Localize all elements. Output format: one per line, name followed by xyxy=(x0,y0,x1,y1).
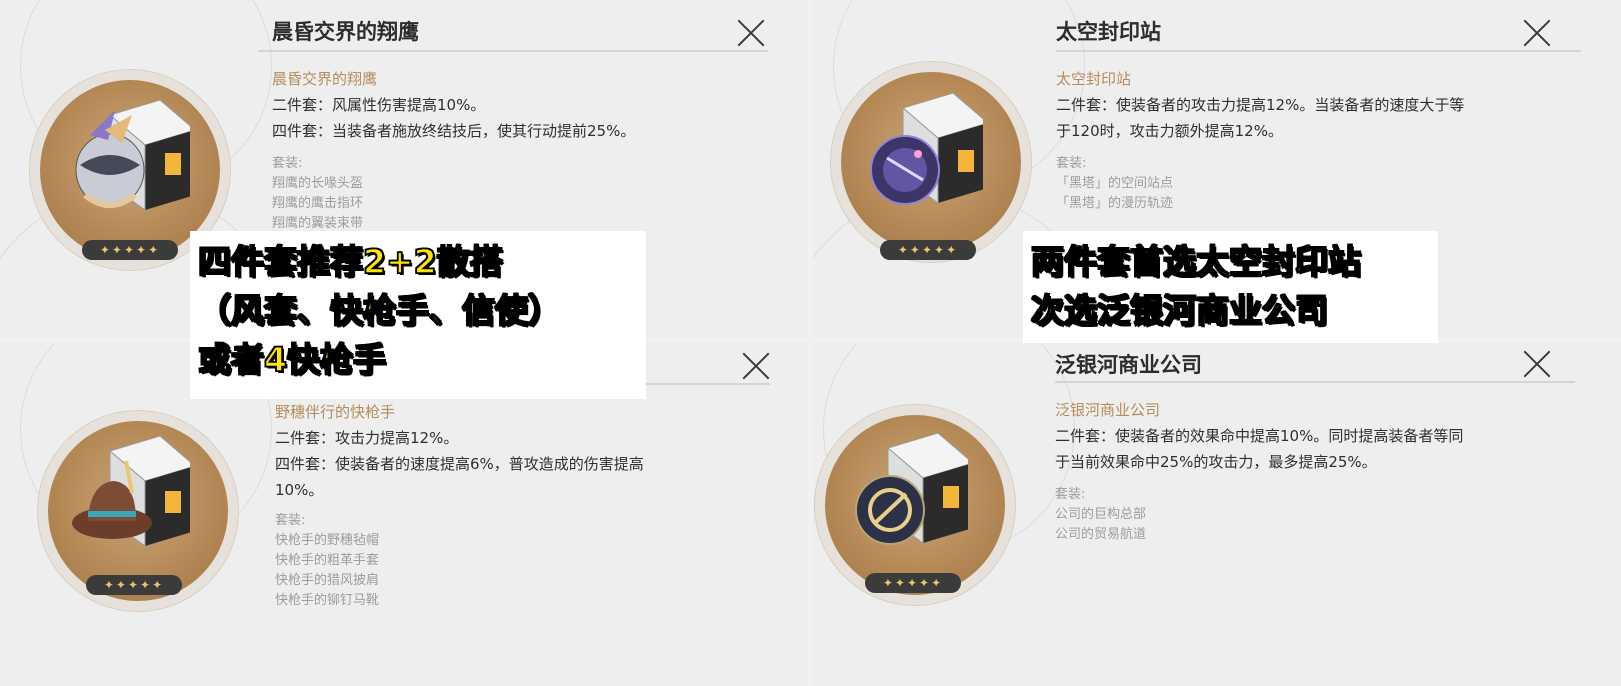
list-item: 快枪手的野穗毡帽 xyxy=(275,533,380,548)
caption-line: 或者4快枪手 xyxy=(197,339,387,380)
rarity-stars: ✦✦✦✦✦ xyxy=(86,575,182,595)
piece-list: 套装: 「黑塔」的空间站点 「黑塔」的漫历轨迹 xyxy=(1056,154,1173,214)
two-piece-effect: 二件套：使装备者的攻击力提高12%。当装备者的速度大于等 xyxy=(1056,96,1465,114)
four-piece-effect-cont: 10%。 xyxy=(275,481,324,499)
space-sphere-icon xyxy=(870,92,983,205)
set-description: 二件套：攻击力提高12%。 四件套：使装备者的速度提高6%，普攻造成的伤害提高 … xyxy=(275,425,644,503)
list-item: 快枪手的铆钉马靴 xyxy=(275,593,380,608)
caption-line: 两件套首选太空封印站 xyxy=(1030,241,1362,282)
set-name: 太空封印站 xyxy=(1056,70,1132,88)
pieces-label: 套装: xyxy=(272,156,303,171)
set-description: 二件套：风属性伤害提高10%。 四件套：当装备者施放终结技后，使其行动提前25%… xyxy=(272,92,635,144)
set-name: 泛银河商业公司 xyxy=(1055,401,1161,419)
list-item: 快枪手的粗革手套 xyxy=(275,553,380,568)
rarity-stars: ✦✦✦✦✦ xyxy=(82,240,178,260)
set-name: 野穗伴行的快枪手 xyxy=(275,403,396,421)
set-description: 二件套：使装备者的攻击力提高12%。当装备者的速度大于等 于120时，攻击力额外… xyxy=(1056,92,1464,144)
four-piece-effect: 四件套：当装备者施放终结技后，使其行动提前25%。 xyxy=(272,122,636,140)
four-piece-effect: 四件套：使装备者的速度提高6%，普攻造成的伤害提高 xyxy=(275,455,644,473)
two-piece-effect-cont: 于120时，攻击力额外提高12%。 xyxy=(1056,122,1283,140)
list-item: 翔鹰的鹰击指环 xyxy=(272,196,364,211)
caption-line: 次选泛银河商业公司 xyxy=(1030,290,1329,331)
piece-list: 套装: 快枪手的野穗毡帽 快枪手的粗革手套 快枪手的猎风披肩 快枪手的铆钉马靴 xyxy=(275,511,379,611)
pieces-label: 套装: xyxy=(1055,487,1086,502)
list-item: 公司的巨构总部 xyxy=(1055,507,1147,522)
close-icon[interactable] xyxy=(1522,349,1552,379)
two-piece-effect: 二件套：使装备者的效果命中提高10%。同时提高装备者等同 xyxy=(1055,427,1464,445)
set-description: 二件套：使装备者的效果命中提高10%。同时提高装备者等同 于当前效果命中25%的… xyxy=(1055,423,1463,475)
eagle-helmet-icon xyxy=(75,99,190,211)
list-item: 「黑塔」的漫历轨迹 xyxy=(1056,196,1174,211)
recommendation-caption-left: 四件套推荐2+2散搭 （风套、快枪手、信使） 或者4快枪手 xyxy=(190,231,646,399)
cowboy-hat-icon xyxy=(72,435,190,547)
two-piece-effect-cont: 于当前效果命中25%的攻击力，最多提高25%。 xyxy=(1055,453,1377,471)
caption-line: 四件套推荐2+2散搭 xyxy=(197,241,503,282)
list-item: 快枪手的猎风披肩 xyxy=(275,573,380,588)
piece-list: 套装: 翔鹰的长喙头盔 翔鹰的鹰击指环 翔鹰的翼装束带 xyxy=(272,154,363,234)
close-icon[interactable] xyxy=(736,18,766,48)
set-name: 晨昏交界的翔鹰 xyxy=(272,70,378,88)
recommendation-caption-right: 两件套首选太空封印站 次选泛银河商业公司 xyxy=(1023,231,1438,343)
page-title: 晨昏交界的翔鹰 xyxy=(272,20,419,44)
two-piece-effect: 二件套：风属性伤害提高10%。 xyxy=(272,96,486,114)
divider xyxy=(1056,50,1581,52)
rarity-stars: ✦✦✦✦✦ xyxy=(880,240,976,260)
pieces-label: 套装: xyxy=(275,513,306,528)
page-title: 太空封印站 xyxy=(1056,20,1161,44)
caption-line: （风套、快枪手、信使） xyxy=(197,290,562,331)
company-sphere-icon xyxy=(855,432,968,545)
close-icon[interactable] xyxy=(741,351,771,381)
divider xyxy=(1055,381,1575,383)
page-title: 泛银河商业公司 xyxy=(1055,353,1202,377)
close-icon[interactable] xyxy=(1522,18,1552,48)
divider xyxy=(258,50,768,52)
rarity-stars: ✦✦✦✦✦ xyxy=(865,573,961,593)
pieces-label: 套装: xyxy=(1056,156,1087,171)
list-item: 「黑塔」的空间站点 xyxy=(1056,176,1174,191)
relic-card-interastral-company: ✦✦✦✦✦ 泛银河商业公司 泛银河商业公司 二件套：使装备者的效果命中提高10%… xyxy=(813,343,1621,686)
list-item: 公司的贸易航道 xyxy=(1055,527,1147,542)
list-item: 翔鹰的长喙头盔 xyxy=(272,176,364,191)
piece-list: 套装: 公司的巨构总部 公司的贸易航道 xyxy=(1055,485,1146,545)
two-piece-effect: 二件套：攻击力提高12%。 xyxy=(275,429,459,447)
